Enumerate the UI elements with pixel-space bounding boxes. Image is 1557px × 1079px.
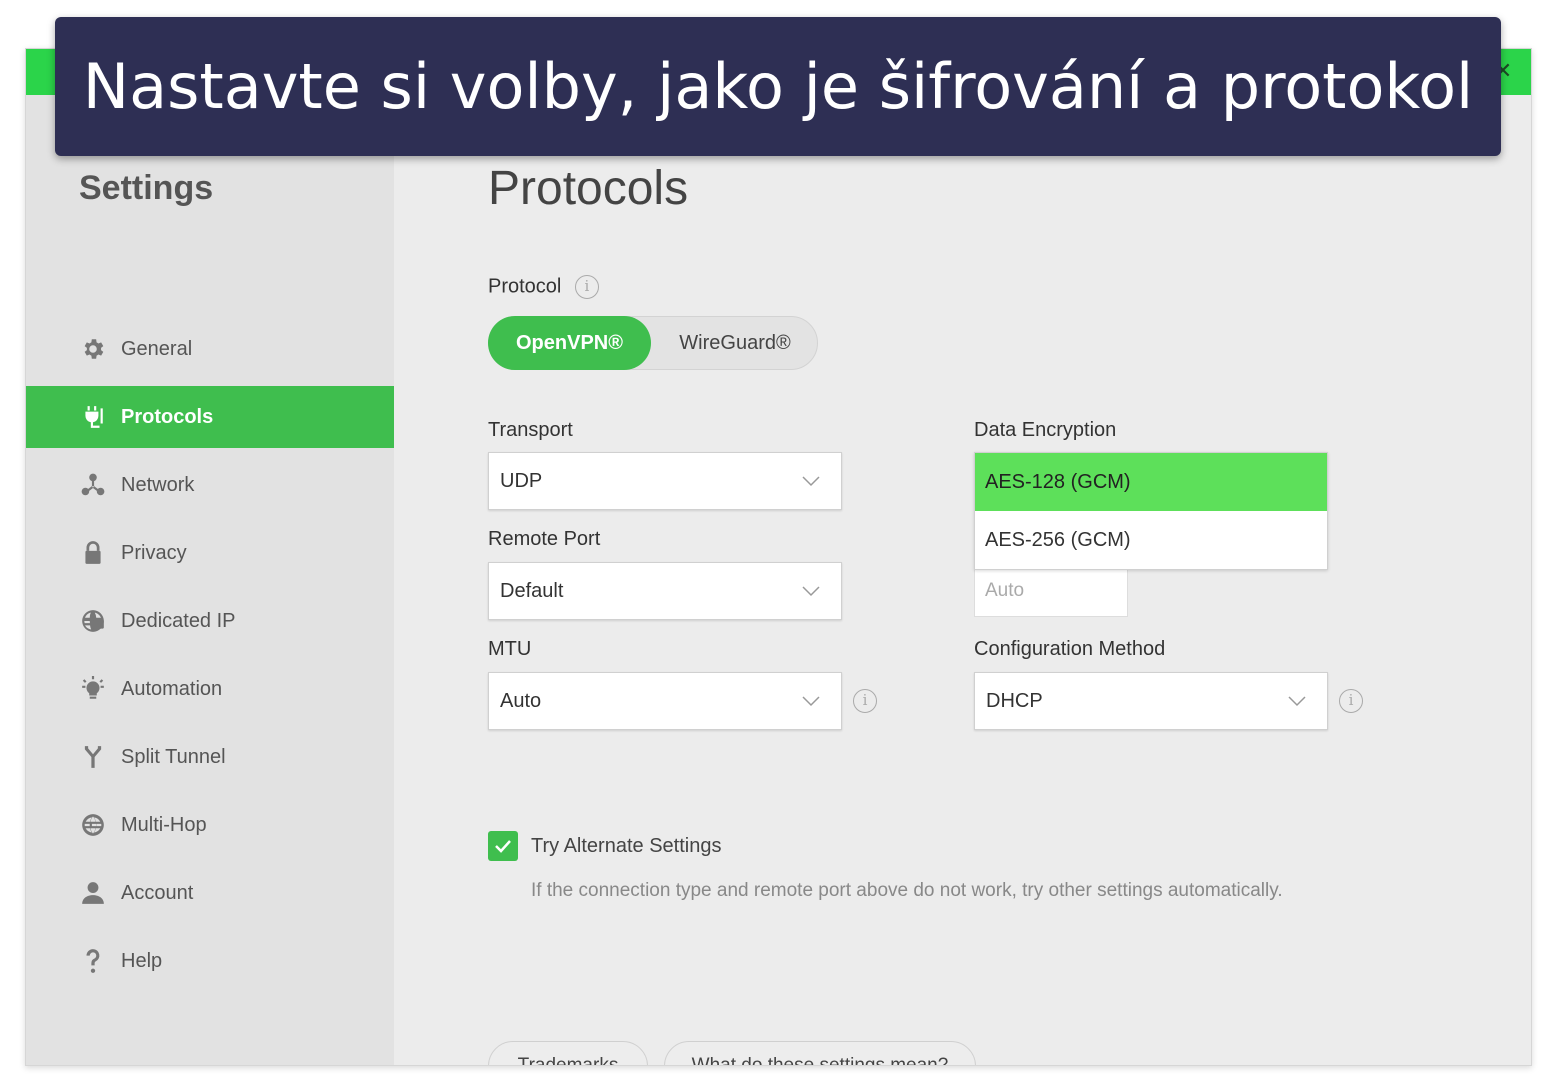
alternate-settings-hint: If the connection type and remote port a…	[531, 880, 1283, 901]
sidebar-item-protocols[interactable]: Protocols	[26, 386, 394, 448]
mtu-value: Auto	[500, 690, 542, 712]
chevron-down-icon	[802, 586, 820, 597]
chevron-down-icon	[802, 476, 820, 487]
encryption-option-aes256[interactable]: AES-256 (GCM)	[975, 511, 1327, 569]
chevron-down-icon	[1288, 696, 1306, 707]
configuration-method-select[interactable]: DHCP	[974, 672, 1328, 730]
protocol-toggle: OpenVPN® WireGuard®	[488, 316, 818, 370]
port-field[interactable]: Auto	[974, 565, 1128, 617]
sidebar-item-split-tunnel[interactable]: Split Tunnel	[26, 726, 394, 788]
data-encryption-dropdown: AES-128 (GCM) AES-256 (GCM)	[974, 452, 1328, 570]
chevron-down-icon	[802, 696, 820, 707]
info-icon[interactable]: i	[574, 275, 599, 299]
protocol-option-wireguard[interactable]: WireGuard®	[651, 316, 819, 370]
sidebar-item-account[interactable]: Account	[26, 862, 394, 924]
sidebar-item-label: Network	[121, 473, 195, 496]
user-icon	[79, 879, 107, 907]
caption-banner: Nastavte si volby, jako je šifrování a p…	[55, 17, 1501, 156]
trademarks-button[interactable]: Trademarks	[488, 1041, 648, 1065]
lock-icon	[79, 539, 107, 567]
network-icon	[79, 471, 107, 499]
gear-icon	[79, 335, 107, 363]
sidebar-item-label: Protocols	[121, 405, 214, 428]
sidebar-item-label: Privacy	[121, 541, 187, 564]
remote-port-select[interactable]: Default	[488, 562, 842, 620]
encryption-option-aes128[interactable]: AES-128 (GCM)	[975, 453, 1327, 511]
sidebar-nav: General Protocols Network Privacy Dedica…	[26, 318, 394, 998]
remote-port-label: Remote Port	[488, 528, 601, 550]
sidebar-item-label: Split Tunnel	[121, 745, 226, 768]
sidebar-item-label: Dedicated IP	[121, 609, 236, 632]
alternate-settings-checkbox[interactable]	[488, 831, 518, 861]
question-icon	[79, 947, 107, 975]
bulb-icon	[79, 675, 107, 703]
sidebar-item-privacy[interactable]: Privacy	[26, 522, 394, 584]
sidebar-item-label: Automation	[121, 677, 223, 700]
settings-help-button[interactable]: What do these settings mean?	[664, 1041, 976, 1065]
sidebar-item-label: Help	[121, 949, 163, 972]
sidebar-item-label: Account	[121, 881, 194, 904]
multi-globe-icon	[79, 811, 107, 839]
page-title: Protocols	[488, 162, 689, 215]
protocol-label-text: Protocol	[488, 275, 562, 298]
config-info-icon[interactable]: i	[1339, 689, 1363, 713]
split-icon	[79, 743, 107, 771]
transport-select[interactable]: UDP	[488, 452, 842, 510]
globe-ip-icon	[79, 607, 107, 635]
app-window: ✕ Settings General Protocols Network Pri…	[25, 48, 1532, 1066]
plug-icon	[79, 403, 107, 431]
data-encryption-label: Data Encryption	[974, 419, 1117, 441]
sidebar-item-network[interactable]: Network	[26, 454, 394, 516]
sidebar-item-dedicated-ip[interactable]: Dedicated IP	[26, 590, 394, 652]
sidebar-title: Settings	[79, 169, 214, 207]
configuration-method-label: Configuration Method	[974, 638, 1166, 660]
transport-label: Transport	[488, 419, 573, 441]
sidebar: Settings General Protocols Network Priva…	[26, 95, 394, 1065]
transport-value: UDP	[500, 470, 543, 492]
sidebar-item-automation[interactable]: Automation	[26, 658, 394, 720]
sidebar-item-label: Multi-Hop	[121, 813, 207, 836]
alternate-settings-label: Try Alternate Settings	[531, 835, 722, 857]
protocol-option-openvpn[interactable]: OpenVPN®	[488, 316, 651, 370]
configuration-method-value: DHCP	[986, 690, 1043, 712]
protocol-label: Protocol i	[488, 275, 599, 299]
sidebar-item-label: General	[121, 337, 193, 360]
mtu-info-icon[interactable]: i	[853, 689, 877, 713]
check-icon	[495, 840, 511, 853]
remote-port-value: Default	[500, 580, 564, 602]
mtu-label: MTU	[488, 638, 532, 660]
sidebar-item-general[interactable]: General	[26, 318, 394, 380]
mtu-select[interactable]: Auto	[488, 672, 842, 730]
sidebar-item-multi-hop[interactable]: Multi-Hop	[26, 794, 394, 856]
sidebar-item-help[interactable]: Help	[26, 930, 394, 992]
main-panel: Protocols Protocol i OpenVPN® WireGuard®…	[394, 95, 1531, 1065]
